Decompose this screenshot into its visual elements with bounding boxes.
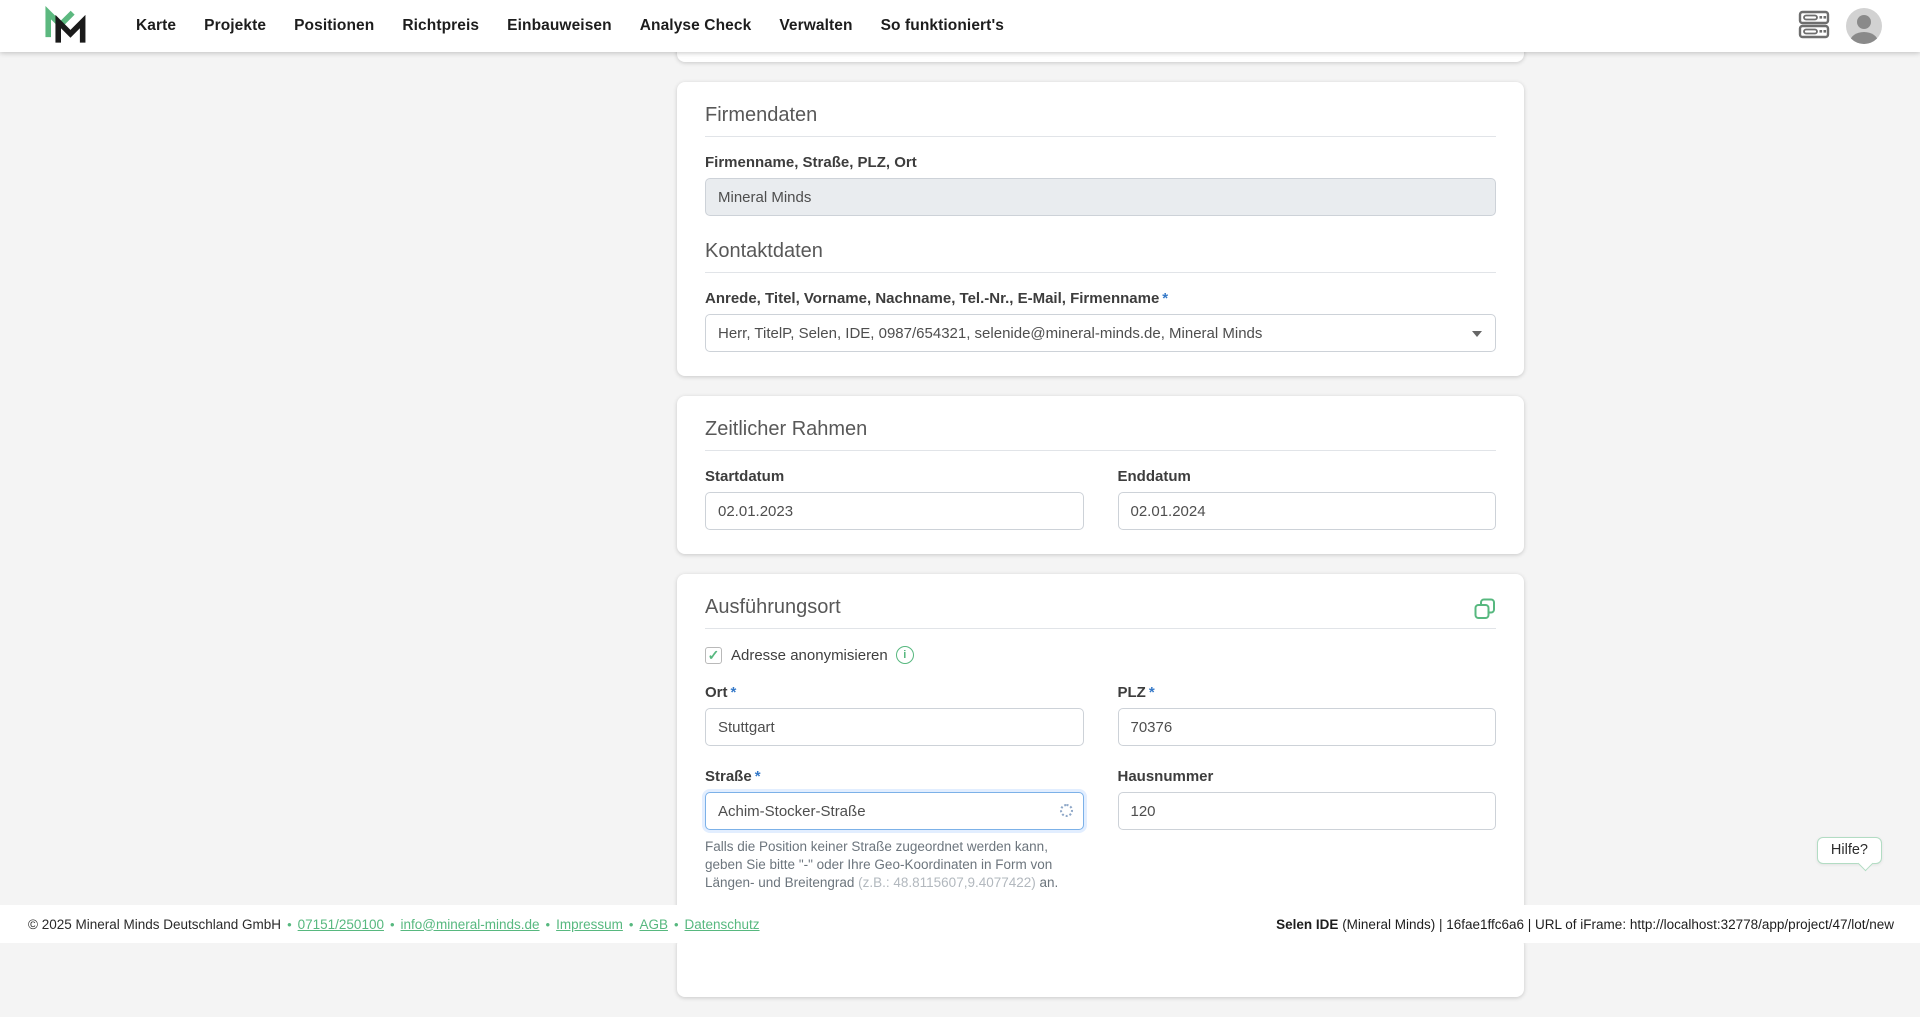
required-asterisk: * — [755, 768, 761, 785]
ausfuehrungsort-title: Ausführungsort — [705, 596, 841, 619]
app-footer: © 2025 Mineral Minds Deutschland GmbH • … — [0, 905, 1920, 943]
brand-logo-icon[interactable] — [40, 6, 92, 46]
footer-debug-info: Selen IDE (Mineral Minds) | 16fae1ffc6a6… — [1276, 917, 1894, 932]
divider — [705, 272, 1496, 273]
user-avatar-icon[interactable] — [1846, 8, 1882, 44]
divider — [705, 136, 1496, 137]
plz-label-text: PLZ — [1118, 684, 1146, 701]
footer-left: © 2025 Mineral Minds Deutschland GmbH • … — [28, 917, 760, 932]
required-asterisk: * — [1162, 290, 1168, 307]
strasse-input[interactable] — [705, 792, 1084, 830]
footer-copyright: © 2025 Mineral Minds Deutschland GmbH — [28, 917, 281, 932]
divider — [705, 450, 1496, 451]
nav-karte[interactable]: Karte — [136, 17, 176, 35]
partial-card-below — [677, 937, 1524, 997]
nav-projekte[interactable]: Projekte — [204, 17, 266, 35]
startdatum-input[interactable] — [705, 492, 1084, 530]
server-stack-icon[interactable] — [1798, 8, 1830, 45]
kontaktdaten-title: Kontaktdaten — [705, 240, 1496, 263]
footer-datenschutz-link[interactable]: Datenschutz — [685, 917, 760, 932]
ort-input[interactable] — [705, 708, 1084, 746]
required-asterisk: * — [731, 684, 737, 701]
avatar-body — [1850, 32, 1878, 44]
footer-separator: • — [546, 917, 551, 932]
enddatum-input[interactable] — [1118, 492, 1497, 530]
ort-label-text: Ort — [705, 684, 728, 701]
firmendaten-title: Firmendaten — [705, 104, 1496, 127]
form-content-column: Firmendaten Firmenname, Straße, PLZ, Ort… — [677, 52, 1524, 1017]
anonymize-label: Adresse anonymisieren — [731, 647, 888, 664]
nav-richtpreis[interactable]: Richtpreis — [402, 17, 479, 35]
hint-suffix: an. — [1036, 875, 1059, 890]
nav-so-funktionierts[interactable]: So funktioniert's — [881, 17, 1004, 35]
required-asterisk: * — [1149, 684, 1155, 701]
card-firmendaten: Firmendaten Firmenname, Straße, PLZ, Ort… — [677, 82, 1524, 376]
app-header: Karte Projekte Positionen Richtpreis Ein… — [0, 0, 1920, 52]
contact-select-value: Herr, TitelP, Selen, IDE, 0987/654321, s… — [718, 325, 1262, 342]
footer-email-link[interactable]: info@mineral-minds.de — [401, 917, 540, 932]
ort-label: Ort* — [705, 684, 1084, 701]
nav-einbauweisen[interactable]: Einbauweisen — [507, 17, 612, 35]
main-nav: Karte Projekte Positionen Richtpreis Ein… — [136, 17, 1032, 35]
footer-impressum-link[interactable]: Impressum — [556, 917, 623, 932]
hausnummer-label: Hausnummer — [1118, 768, 1497, 785]
footer-separator: • — [287, 917, 292, 932]
divider — [705, 628, 1496, 629]
hausnummer-input[interactable] — [1118, 792, 1497, 830]
strasse-hint: Falls die Position keiner Straße zugeord… — [705, 838, 1084, 893]
footer-agb-link[interactable]: AGB — [639, 917, 668, 932]
loading-spinner-icon — [1060, 804, 1073, 817]
strasse-label: Straße* — [705, 768, 1084, 785]
contact-label: Anrede, Titel, Vorname, Nachname, Tel.-N… — [705, 290, 1496, 307]
nav-verwalten[interactable]: Verwalten — [779, 17, 852, 35]
contact-select[interactable]: Herr, TitelP, Selen, IDE, 0987/654321, s… — [705, 314, 1496, 352]
chevron-down-icon — [1472, 331, 1482, 337]
nav-analyse-check[interactable]: Analyse Check — [640, 17, 752, 35]
avatar-head — [1857, 15, 1871, 29]
info-icon[interactable]: i — [896, 646, 914, 664]
copy-icon[interactable] — [1474, 598, 1496, 625]
company-label: Firmenname, Straße, PLZ, Ort — [705, 154, 1496, 171]
footer-separator: • — [674, 917, 679, 932]
plz-label: PLZ* — [1118, 684, 1497, 701]
ide-details: (Mineral Minds) | 16fae1ffc6a6 | URL of … — [1338, 917, 1894, 932]
zeitraum-title: Zeitlicher Rahmen — [705, 418, 1496, 441]
company-input — [705, 178, 1496, 216]
plz-input[interactable] — [1118, 708, 1497, 746]
anonymize-checkbox[interactable]: ✓ — [705, 647, 722, 664]
enddatum-label: Enddatum — [1118, 468, 1497, 485]
startdatum-label: Startdatum — [705, 468, 1084, 485]
strasse-label-text: Straße — [705, 768, 752, 785]
header-actions — [1798, 8, 1882, 45]
checkmark-icon: ✓ — [708, 648, 720, 662]
hint-coords: (z.B.: 48.8115607,9.4077422) — [858, 875, 1036, 890]
card-ausfuehrungsort: Ausführungsort ✓ Adresse anonymisieren i… — [677, 574, 1524, 917]
card-zeitlicher-rahmen: Zeitlicher Rahmen Startdatum Enddatum — [677, 396, 1524, 554]
contact-label-text: Anrede, Titel, Vorname, Nachname, Tel.-N… — [705, 290, 1159, 307]
footer-separator: • — [390, 917, 395, 932]
ide-name: Selen IDE — [1276, 917, 1338, 932]
help-button[interactable]: Hilfe? — [1817, 837, 1882, 864]
footer-separator: • — [629, 917, 634, 932]
footer-phone-link[interactable]: 07151/250100 — [298, 917, 384, 932]
nav-positionen[interactable]: Positionen — [294, 17, 374, 35]
